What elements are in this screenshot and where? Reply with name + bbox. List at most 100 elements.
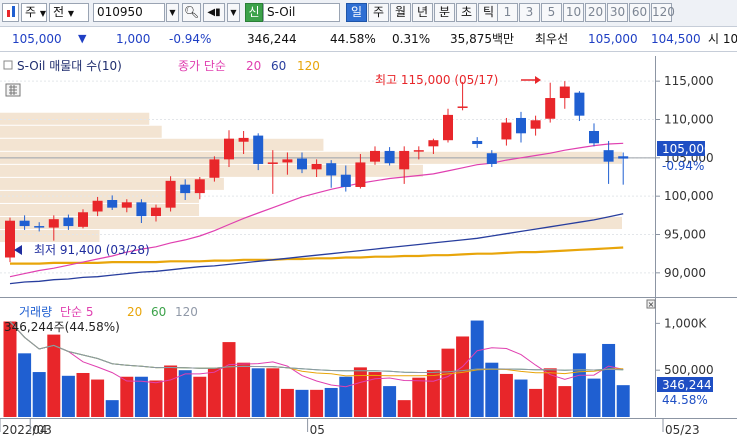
current-price: 105,000: [12, 32, 62, 46]
interval-button-5[interactable]: 30: [607, 3, 628, 22]
trade-amount: 35,875백만: [450, 32, 515, 46]
code-dropdown-button[interactable]: ▼: [166, 3, 179, 22]
volume-ma20-legend: 20: [127, 305, 142, 319]
candle-body: [486, 153, 497, 164]
sound-button[interactable]: ◀▮: [203, 3, 225, 22]
candle-body: [136, 202, 147, 217]
current-price-tag-text: 105,000: [662, 142, 712, 156]
ma120-legend: 120: [297, 59, 320, 73]
period-button-1[interactable]: 주: [368, 3, 389, 22]
candle-body: [165, 180, 176, 208]
toolbar: 주 ▼ 전 ▼ 010950 ▼ 🔍︎ ◀▮ ▼ 신 S-Oil 일주월년분초틱…: [0, 0, 737, 27]
candle-body: [48, 219, 59, 228]
candle-body: [121, 202, 132, 208]
candle-body: [63, 217, 74, 227]
chevron-down-icon: ▼: [67, 9, 75, 18]
quote-bar: 105,000 ▼ 1,000 -0.94% 346,244 44.58% 0.…: [0, 27, 737, 52]
chevron-down-icon: ▼: [230, 8, 237, 17]
interval-button-2[interactable]: 5: [541, 3, 562, 22]
volume-profile-bar: [0, 138, 324, 151]
ma20-legend: 20: [246, 59, 261, 73]
candle-body: [340, 174, 351, 187]
candle-body: [19, 220, 30, 227]
interval-button-7[interactable]: 120: [651, 3, 675, 22]
stock-chart[interactable]: 115,000 110,000 105,000 100,000 95,000 90,000…: [0, 52, 737, 442]
volume-bar: [18, 353, 32, 417]
time-label: 시 10: [708, 32, 737, 46]
chevron-down-icon: ▼: [39, 9, 47, 18]
volume-bar: [514, 379, 528, 417]
high-annotation: 최고 115,000 (05/17): [375, 73, 498, 87]
stock-code-input[interactable]: 010950: [93, 3, 165, 22]
search-button[interactable]: 🔍︎: [182, 3, 201, 22]
volume-bar: [529, 388, 543, 417]
best-quote-label: 최우선: [535, 32, 569, 46]
period-select[interactable]: 주 ▼: [21, 3, 47, 22]
volume-bar: [324, 387, 338, 417]
candle-body: [311, 163, 322, 170]
period-button-6[interactable]: 틱: [478, 3, 499, 22]
volume-bar: [397, 400, 411, 417]
volume-bar: [237, 362, 251, 417]
candle-body: [530, 120, 541, 129]
current-volume-pct-tag: 44.58%: [662, 393, 708, 407]
current-volume-tag-text: 346,244: [662, 378, 712, 392]
interval-button-6[interactable]: 60: [629, 3, 650, 22]
stock-name-field[interactable]: S-Oil: [263, 3, 340, 22]
code-type-select[interactable]: 전 ▼: [49, 3, 89, 22]
code-type-value: 전: [53, 5, 65, 19]
period-select-value: 주: [25, 5, 37, 19]
close-icon: ×: [648, 300, 655, 309]
sound-dropdown-button[interactable]: ▼: [227, 3, 240, 22]
volume-bar: [295, 389, 309, 417]
period-button-0[interactable]: 일: [346, 3, 367, 22]
candle-body: [253, 135, 264, 164]
current-change-tag: -0.94%: [662, 159, 704, 173]
period-button-2[interactable]: 월: [390, 3, 411, 22]
volume-bar: [222, 342, 236, 417]
volume-bar: [558, 386, 572, 417]
candle-body: [384, 150, 395, 164]
candle-body: [545, 98, 556, 119]
volume-bar: [91, 379, 105, 417]
volume-bar: [616, 385, 630, 417]
chart-type-icon[interactable]: [2, 3, 19, 22]
legend-toggle-icon[interactable]: [3, 60, 13, 70]
low-annotation: 최저 91,400 (03/28): [34, 243, 150, 257]
interval-button-3[interactable]: 10: [563, 3, 584, 22]
candle-body: [457, 106, 468, 108]
candle-body: [443, 114, 453, 141]
change-percent: -0.94%: [169, 32, 212, 46]
interval-button-1[interactable]: 3: [519, 3, 540, 22]
candle-body: [107, 200, 118, 208]
volume-profile-bar: [0, 125, 162, 138]
price-change: 1,000: [116, 32, 151, 46]
period-button-4[interactable]: 분: [434, 3, 455, 22]
volume-bar: [105, 400, 119, 417]
down-arrow-icon: ▼: [78, 32, 87, 45]
candle-body: [559, 86, 570, 99]
interval-button-0[interactable]: 1: [497, 3, 518, 22]
signal-badge[interactable]: 신: [245, 3, 263, 22]
volume-bar: [353, 367, 367, 417]
time-tick-label: 04: [32, 423, 47, 437]
volume-bar: [280, 388, 294, 417]
candle-body: [355, 162, 366, 187]
volume-bar: [61, 375, 75, 417]
volume-bar: [120, 376, 134, 417]
time-tick-label: 05/23: [665, 423, 700, 437]
volume-current-label: 346,244주(44.58%): [4, 320, 120, 334]
volume-bar: [543, 368, 557, 417]
interval-button-4[interactable]: 20: [585, 3, 606, 22]
volume-bar: [441, 348, 455, 417]
candle-body: [34, 226, 45, 228]
period-button-5[interactable]: 초: [456, 3, 477, 22]
price-tick-label: 115,000: [664, 74, 714, 88]
volume-bar: [602, 343, 616, 417]
speaker-icon: ◀▮: [207, 7, 221, 18]
candle-body: [618, 156, 629, 159]
period-button-3[interactable]: 년: [412, 3, 433, 22]
candle-body: [326, 163, 337, 176]
candle-body: [516, 117, 526, 134]
candle-body: [472, 140, 483, 145]
